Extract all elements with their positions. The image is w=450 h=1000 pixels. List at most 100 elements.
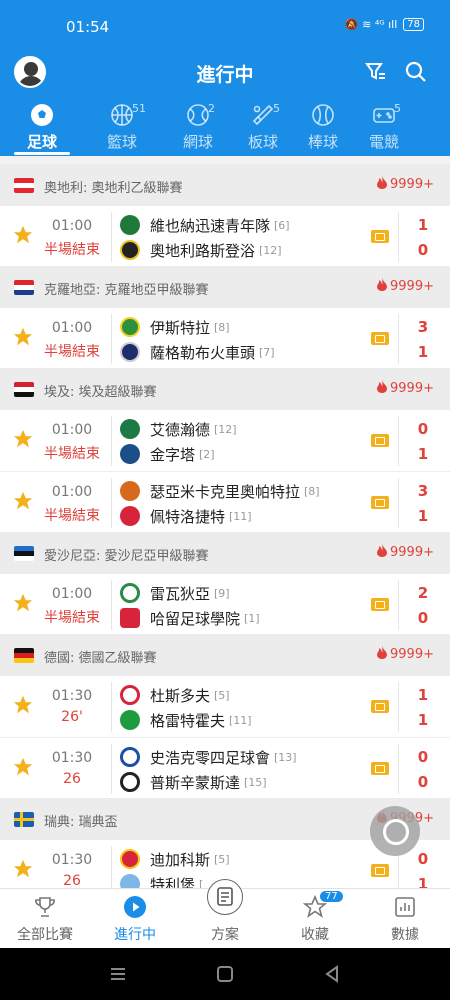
team-rank: [5] [214,852,230,866]
star-icon[interactable] [12,858,34,880]
tab-tennis[interactable]: 2 網球 [168,96,228,156]
match-status: 半場結束 [44,242,100,258]
league-header[interactable]: 埃及: 埃及超級聯賽 9999+ [0,368,450,410]
heat-value: 9999+ [390,279,434,294]
match-row[interactable]: 01:00 半場結束 伊斯特拉 [8] 薩格勒布火車頭 [7] 3 1 [0,308,450,370]
live-field-icon[interactable] [371,332,389,345]
live-field-icon[interactable] [371,496,389,509]
heat-count: 9999+ [377,544,434,560]
tab-soccer[interactable]: 足球 [12,96,72,156]
star-icon[interactable] [12,592,34,614]
status-icon-group: 🔕 ≋ ⁴ᴳ ıll [344,18,398,31]
team-rank: [ [199,877,204,889]
match-status: 半場結束 [44,610,100,626]
match-time: 01:30 [51,688,93,704]
team-rank: [9] [214,586,230,600]
tab-count: 5 [394,102,401,115]
back-icon[interactable] [322,964,342,984]
star-icon[interactable] [12,428,34,450]
nav-all-matches[interactable]: 全部比賽 [0,889,90,949]
match-status: 半場結束 [44,344,100,360]
team-logo-icon [120,481,140,501]
league-header[interactable]: 克羅地亞: 克羅地亞甲級聯賽 9999+ [0,266,450,308]
live-field-icon[interactable] [371,598,389,611]
tab-basketball[interactable]: 51 籃球 [92,96,152,156]
match-row[interactable]: 01:00 半場結束 雷瓦狄亞 [9] 哈留足球學院 [1] 2 0 [0,574,450,636]
team-logo-icon [120,849,140,869]
tab-count: 2 [208,102,215,115]
team-name: 金字塔 [150,445,196,464]
away-score: 1 [417,711,429,729]
nav-in-progress[interactable]: 進行中 [90,889,180,949]
league-name: 德國: 德國乙級聯賽 [44,651,157,666]
star-icon[interactable] [12,490,34,512]
home-team: 史浩克零四足球會 [13] [120,746,297,768]
fire-icon [377,176,388,189]
tab-esports[interactable]: 5 電競 [354,96,414,156]
live-field-icon[interactable] [371,434,389,447]
play-icon [124,896,146,918]
filter-icon[interactable] [364,60,388,84]
team-rank: [11] [229,713,252,727]
heat-value: 9999+ [390,177,434,192]
match-status: 半場結束 [44,508,100,524]
nav-favorites[interactable]: 77 收藏 [270,889,360,949]
star-icon[interactable] [12,224,34,246]
star-icon[interactable] [12,756,34,778]
star-icon[interactable] [12,326,34,348]
home-team: 伊斯特拉 [8] [120,316,230,338]
floating-action-button[interactable] [370,806,420,856]
away-team: 薩格勒布火車頭 [7] [120,341,275,363]
tab-label: 足球 [26,133,57,151]
basketball-icon [111,104,133,126]
league-header[interactable]: 愛沙尼亞: 愛沙尼亞甲級聯賽 9999+ [0,532,450,574]
home-team: 維也納迅速青年隊 [6] [120,214,290,236]
estonia-flag-icon [14,546,34,561]
league-name: 愛沙尼亞: 愛沙尼亞甲級聯賽 [44,549,209,564]
search-icon[interactable] [404,60,428,84]
nav-data[interactable]: 數據 [360,889,450,949]
match-status: 半場結束 [44,446,100,462]
star-icon[interactable] [12,694,34,716]
status-icons: 🔕 ≋ ⁴ᴳ ıll 78 [345,18,424,31]
live-field-icon[interactable] [371,700,389,713]
chart-icon [395,897,415,917]
live-field-icon[interactable] [371,864,389,877]
menu-icon[interactable] [108,964,128,984]
tab-cricket[interactable]: 5 板球 [233,96,293,156]
nav-label: 方案 [211,927,239,943]
tab-baseball[interactable]: 棒球 [293,96,353,156]
home-team: 雷瓦狄亞 [9] [120,582,230,604]
live-field-icon[interactable] [371,230,389,243]
match-row[interactable]: 01:00 半場結束 瑟亞米卡克里奧帕特拉 [8] 佩特洛捷特 [11] 3 1 [0,472,450,534]
germany-flag-icon [14,648,34,663]
match-list[interactable]: 奧地利: 奧地利乙級聯賽 9999+ 01:00 半場結束 維也納迅速青年隊 [6… [0,160,450,888]
live-field-icon[interactable] [371,762,389,775]
match-row[interactable]: 01:00 半場結束 維也納迅速青年隊 [6] 奧地利路斯登浴 [12] 1 0 [0,206,450,268]
match-row[interactable]: 01:30 26 史浩克零四足球會 [13] 普斯辛蒙斯達 [15] 0 0 [0,738,450,800]
team-logo-icon [120,747,140,767]
league-header[interactable]: 奧地利: 奧地利乙級聯賽 9999+ [0,164,450,206]
away-score: 0 [417,241,429,259]
active-tab-indicator [14,152,70,155]
team-logo-icon [120,772,140,792]
divider [398,416,399,466]
nav-plans[interactable]: 方案 [180,879,270,949]
team-name: 薩格勒布火車頭 [150,343,256,362]
team-rank: [12] [214,422,237,436]
home-icon[interactable] [215,964,235,984]
league-name: 瑞典: 瑞典盃 [44,815,118,830]
nav-label: 數據 [391,927,419,943]
match-row[interactable]: 01:00 半場結束 艾德瀚德 [12] 金字塔 [2] 0 1 [0,410,450,472]
match-time: 01:30 [51,852,93,868]
croatia-flag-icon [14,280,34,295]
match-row[interactable]: 01:30 26' 杜斯多夫 [5] 格雷特霍夫 [11] 1 1 [0,676,450,738]
status-time: 01:54 [66,18,110,36]
league-name: 奧地利: 奧地利乙級聯賽 [44,181,183,196]
divider [111,416,112,466]
heat-count: 9999+ [377,646,434,662]
heat-value: 9999+ [390,545,434,560]
team-logo-icon [120,240,140,260]
league-header[interactable]: 德國: 德國乙級聯賽 9999+ [0,634,450,676]
home-team: 迪加科斯 [5] [120,848,230,870]
